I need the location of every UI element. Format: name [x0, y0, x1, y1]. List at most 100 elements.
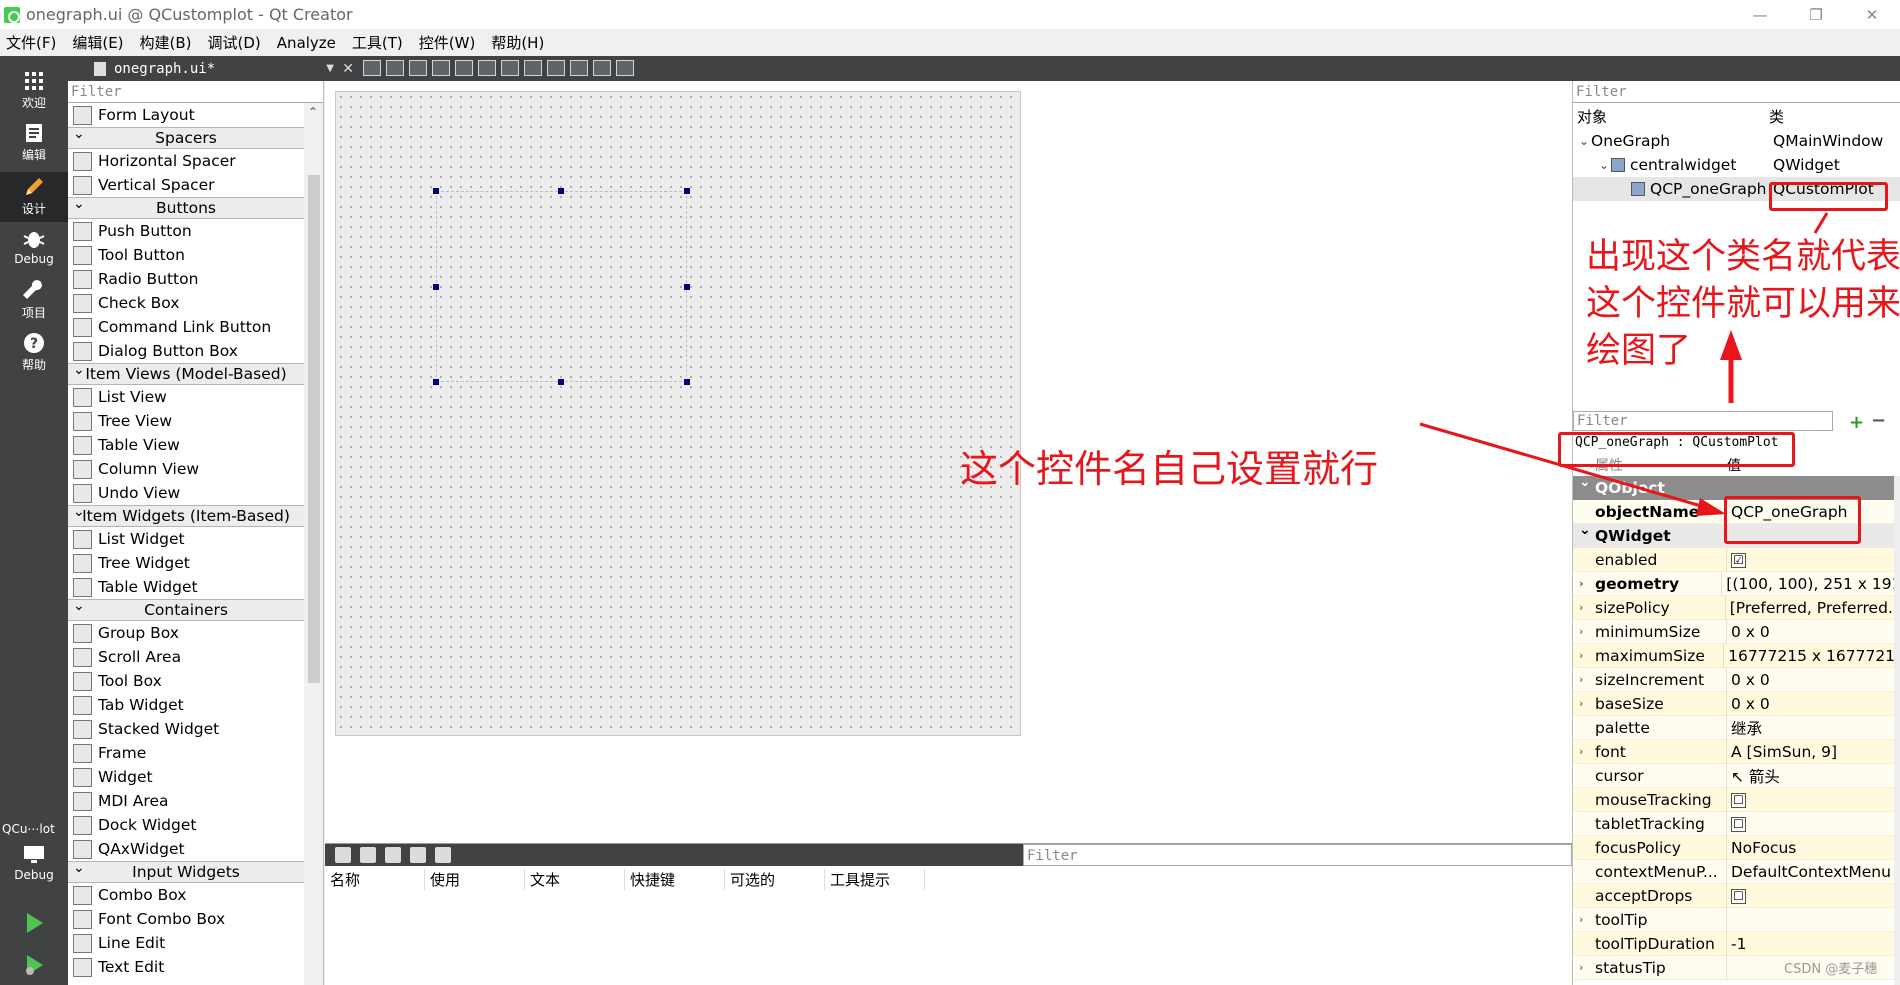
mode-projects[interactable]: 项目: [0, 280, 68, 328]
resize-handle[interactable]: [558, 188, 564, 194]
property-row[interactable]: › sizePolicy [Preferred, Preferred...: [1573, 595, 1900, 620]
resize-handle[interactable]: [684, 379, 690, 385]
widget-item[interactable]: Stacked Widget: [68, 717, 304, 741]
column-used[interactable]: 使用: [425, 868, 525, 890]
run-button[interactable]: [0, 912, 68, 942]
property-row[interactable]: › toolTip: [1573, 907, 1900, 932]
property-row[interactable]: › minimumSize 0 x 0: [1573, 619, 1900, 644]
object-tree-row[interactable]: ⌄ OneGraph QMainWindow: [1573, 129, 1900, 153]
layout-form-icon[interactable]: [547, 60, 565, 76]
widget-filter-input[interactable]: Filter: [68, 81, 323, 103]
layout-horizontal-icon[interactable]: [455, 60, 473, 76]
chevron-right-icon[interactable]: ›: [1579, 620, 1583, 644]
widget-item[interactable]: Font Combo Box: [68, 907, 304, 931]
mode-design[interactable]: 设计: [0, 172, 68, 222]
close-document-icon[interactable]: ✕: [342, 61, 354, 77]
object-tree-row[interactable]: ⌄ centralwidget QWidget: [1573, 153, 1900, 177]
chevron-right-icon[interactable]: ›: [1579, 668, 1583, 692]
mode-help[interactable]: ? 帮助: [0, 332, 68, 380]
widget-item[interactable]: List View: [68, 385, 304, 409]
configure-icon[interactable]: [435, 847, 451, 863]
resize-handle[interactable]: [433, 284, 439, 290]
chevron-right-icon[interactable]: ›: [1579, 956, 1583, 980]
action-filter-input[interactable]: Filter: [1023, 844, 1572, 866]
property-checkbox[interactable]: ☐: [1731, 816, 1746, 832]
remove-property-icon[interactable]: −: [1871, 410, 1886, 431]
delete-action-icon[interactable]: [410, 847, 426, 863]
property-value[interactable]: 0 x 0: [1727, 695, 1770, 713]
widget-item[interactable]: Push Button: [68, 219, 304, 243]
layout-h-splitter-icon[interactable]: [501, 60, 519, 76]
resize-handle[interactable]: [433, 379, 439, 385]
new-action-icon[interactable]: [335, 847, 351, 863]
column-class[interactable]: 类: [1769, 106, 1784, 127]
column-shortcut[interactable]: 快捷键: [625, 868, 725, 890]
widget-item[interactable]: QAxWidget: [68, 837, 304, 861]
widget-category[interactable]: Input Widgets: [68, 858, 304, 883]
layout-v-splitter-icon[interactable]: [524, 60, 542, 76]
adjust-size-icon[interactable]: [616, 60, 634, 76]
property-value[interactable]: DefaultContextMenu: [1727, 863, 1891, 881]
property-checkbox[interactable]: ☐: [1731, 792, 1746, 808]
property-value[interactable]: 0 x 0: [1727, 671, 1770, 689]
property-value[interactable]: NoFocus: [1727, 839, 1796, 857]
menu-build[interactable]: 构建(B): [140, 32, 192, 53]
chevron-right-icon[interactable]: ›: [1579, 692, 1583, 716]
widget-item[interactable]: Command Link Button: [68, 315, 304, 339]
add-property-icon[interactable]: +: [1849, 412, 1864, 433]
property-value[interactable]: -1: [1727, 935, 1746, 953]
widget-item[interactable]: Form Layout: [68, 103, 304, 127]
property-checkbox[interactable]: ☐: [1731, 888, 1746, 904]
widget-category[interactable]: Spacers: [68, 124, 304, 149]
resize-handle[interactable]: [684, 188, 690, 194]
edit-buddies-icon[interactable]: [409, 60, 427, 76]
layout-grid-icon[interactable]: [570, 60, 588, 76]
property-row[interactable]: › maximumSize 16777215 x 16777215: [1573, 643, 1900, 668]
widget-item[interactable]: Tab Widget: [68, 693, 304, 717]
widget-category[interactable]: Containers: [68, 596, 304, 621]
menu-analyze[interactable]: Analyze: [277, 34, 336, 52]
widget-item[interactable]: Column View: [68, 457, 304, 481]
chevron-right-icon[interactable]: ›: [1579, 644, 1583, 668]
chevron-right-icon[interactable]: ›: [1579, 572, 1584, 596]
maximize-button[interactable]: ❐: [1788, 0, 1844, 29]
mode-debug[interactable]: Debug: [0, 228, 68, 276]
expand-toggle-icon[interactable]: ⌄: [1597, 158, 1611, 172]
widget-item[interactable]: Vertical Spacer: [68, 173, 304, 197]
property-value[interactable]: ↖ 箭头: [1727, 765, 1780, 787]
widget-item[interactable]: Line Edit: [68, 931, 304, 955]
property-value[interactable]: ☐: [1727, 791, 1746, 809]
widget-item[interactable]: Table Widget: [68, 575, 304, 599]
property-row[interactable]: cursor ↖ 箭头: [1573, 763, 1900, 788]
edit-widgets-icon[interactable]: [363, 60, 381, 76]
resize-handle[interactable]: [684, 284, 690, 290]
widget-item[interactable]: Check Box: [68, 291, 304, 315]
column-text[interactable]: 文本: [525, 868, 625, 890]
qcustomplot-widget[interactable]: [436, 191, 687, 382]
property-row[interactable]: › baseSize 0 x 0: [1573, 691, 1900, 716]
chevron-right-icon[interactable]: ›: [1579, 908, 1583, 932]
widget-item[interactable]: Radio Button: [68, 267, 304, 291]
property-filter-input[interactable]: Filter: [1573, 411, 1833, 431]
widget-category[interactable]: Item Widgets (Item-Based): [68, 502, 304, 527]
property-row[interactable]: palette 继承: [1573, 715, 1900, 740]
paste-action-icon[interactable]: [385, 847, 401, 863]
scrollbar-thumb[interactable]: [308, 175, 320, 683]
widget-box-scrollbar[interactable]: ⌃: [304, 103, 323, 985]
open-document-selector[interactable]: onegraph.ui* ▼ ✕: [72, 58, 354, 79]
widget-item[interactable]: Tree View: [68, 409, 304, 433]
property-value[interactable]: ☐: [1727, 815, 1746, 833]
property-value[interactable]: 继承: [1727, 717, 1762, 739]
property-row[interactable]: enabled ☑: [1573, 547, 1900, 572]
widget-item[interactable]: Dock Widget: [68, 813, 304, 837]
menu-edit[interactable]: 编辑(E): [72, 32, 123, 53]
property-value[interactable]: ☐: [1727, 887, 1746, 905]
widget-item[interactable]: Tool Box: [68, 669, 304, 693]
widget-item[interactable]: Scroll Area: [68, 645, 304, 669]
copy-action-icon[interactable]: [360, 847, 376, 863]
minimize-button[interactable]: —: [1732, 0, 1788, 29]
widget-item[interactable]: Undo View: [68, 481, 304, 505]
property-row[interactable]: contextMenuP... DefaultContextMenu: [1573, 859, 1900, 884]
widget-category[interactable]: Buttons: [68, 194, 304, 219]
mode-welcome[interactable]: 欢迎: [0, 70, 68, 118]
